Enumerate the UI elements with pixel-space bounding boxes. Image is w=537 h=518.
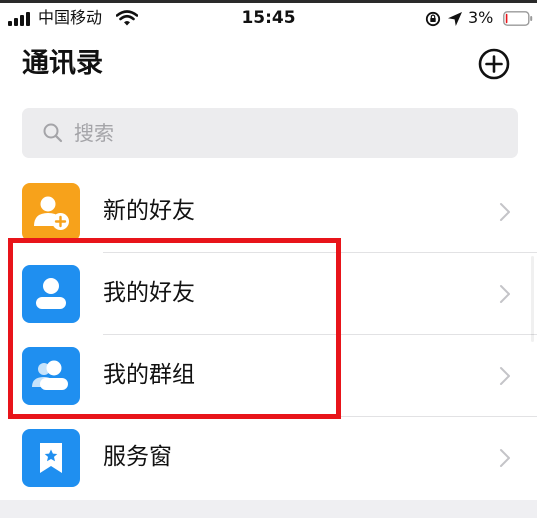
list-item-label: 我的群组 <box>103 362 195 388</box>
list-item-my-groups[interactable]: 我的群组 <box>0 335 537 417</box>
location-arrow-icon <box>448 12 462 26</box>
section-separator <box>0 500 537 518</box>
contact-list: 新的好友 我的好友 我的群组 服务窗 <box>0 171 537 501</box>
list-item-new-friends[interactable]: 新的好友 <box>0 171 537 253</box>
page-title: 通讯录 <box>22 48 103 79</box>
chevron-right-icon <box>500 203 510 221</box>
bookmark-star-icon <box>22 429 80 487</box>
list-item-label: 我的好友 <box>103 280 195 306</box>
list-item-service-window[interactable]: 服务窗 <box>0 417 537 499</box>
plus-circle-icon <box>478 48 510 80</box>
search-placeholder: 搜索 <box>74 121 114 145</box>
chevron-right-icon <box>500 285 510 303</box>
battery-icon <box>503 11 533 26</box>
chevron-right-icon <box>500 449 510 467</box>
rotation-lock-icon <box>425 11 441 27</box>
scroll-indicator <box>531 256 534 342</box>
add-button[interactable] <box>476 46 512 82</box>
search-icon <box>43 123 63 143</box>
person-icon <box>22 265 80 323</box>
list-item-my-friends[interactable]: 我的好友 <box>0 253 537 335</box>
list-item-label: 新的好友 <box>103 198 195 224</box>
battery-percentage: 3% <box>468 8 494 27</box>
add-friend-icon <box>22 183 80 241</box>
list-item-label: 服务窗 <box>103 444 172 470</box>
search-input[interactable]: 搜索 <box>22 108 518 158</box>
chevron-right-icon <box>500 367 510 385</box>
status-bar: 中国移动 15:45 3% <box>0 3 537 33</box>
group-icon <box>22 347 80 405</box>
